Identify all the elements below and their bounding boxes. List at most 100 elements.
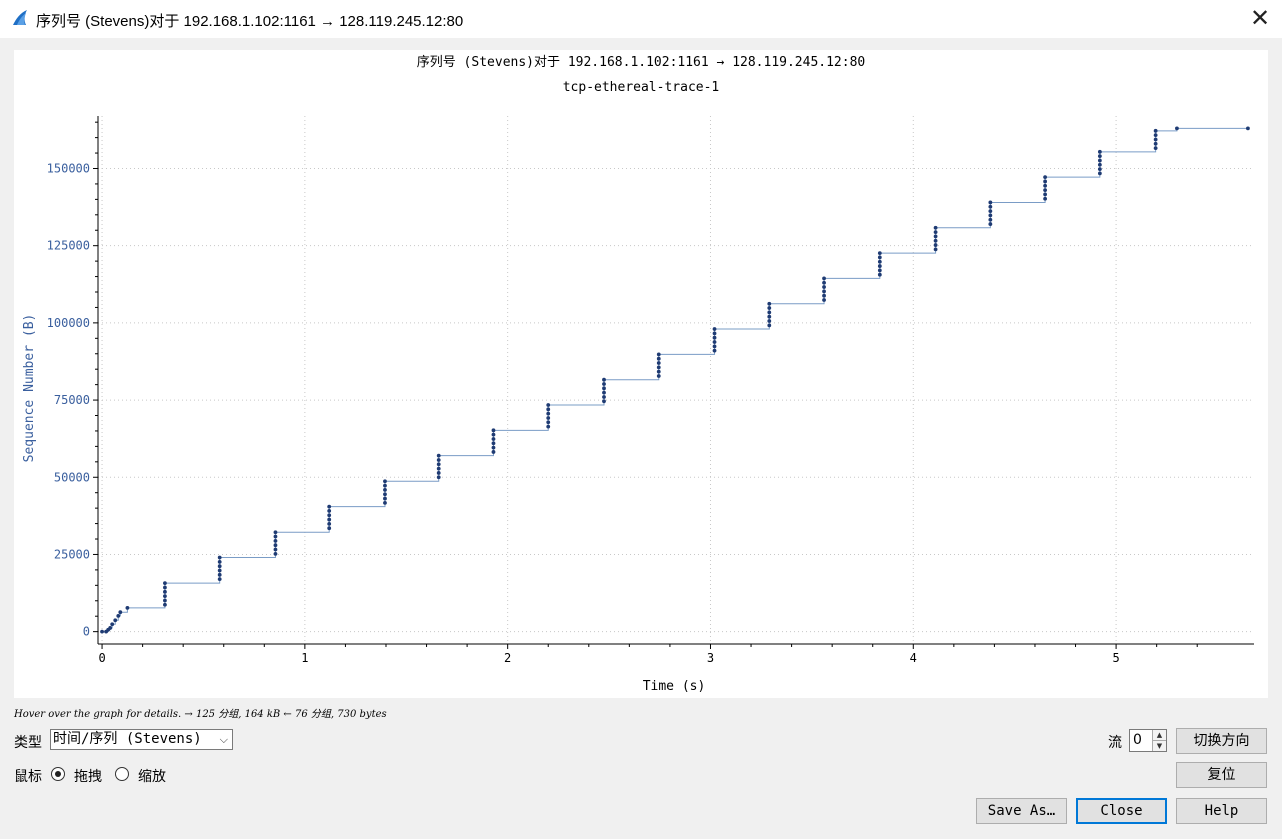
data-point: [327, 521, 332, 526]
data-point: [1153, 137, 1158, 142]
data-point: [546, 424, 551, 429]
data-point: [327, 504, 332, 509]
data-point: [163, 598, 167, 603]
data-point: [436, 466, 441, 471]
data-point: [822, 280, 826, 285]
data-point: [383, 496, 387, 501]
data-point: [988, 200, 993, 205]
data-point: [822, 285, 826, 289]
graph-type-select[interactable]: 时间/序列 (Stevens) ⌵: [50, 729, 233, 750]
data-point: [327, 517, 332, 522]
data-point: [436, 471, 441, 475]
data-point: [327, 513, 332, 518]
drag-radio[interactable]: [51, 767, 65, 781]
data-point: [217, 559, 222, 564]
data-point: [712, 344, 717, 349]
radio-selected-dot: [55, 771, 61, 777]
drag-radio-label[interactable]: 拖拽: [74, 766, 102, 786]
data-point: [110, 622, 115, 627]
data-point: [602, 399, 606, 404]
data-point: [1153, 141, 1158, 146]
status-hint: Hover over the graph for details. → 125 …: [14, 709, 387, 720]
data-point: [1246, 126, 1250, 131]
sequence-chart[interactable]: 序列号 (Stevens)对于 192.168.1.102:1161 → 128…: [14, 50, 1268, 698]
x-tick-label: 4: [910, 651, 917, 665]
data-point: [108, 626, 113, 630]
stream-spinbox[interactable]: 0 ▲ ▼: [1129, 729, 1167, 752]
x-tick-label: 2: [504, 651, 511, 665]
data-point: [546, 403, 551, 407]
data-point: [988, 213, 993, 218]
data-point: [163, 594, 167, 599]
data-point: [491, 432, 496, 437]
data-point: [602, 377, 606, 382]
window-title: 序列号 (Stevens)对于 192.168.1.102:1161 → 128…: [36, 13, 464, 30]
data-point: [163, 602, 167, 607]
reset-button[interactable]: 复位: [1176, 762, 1267, 788]
x-tick-label: 5: [1112, 651, 1119, 665]
y-tick-label: 100000: [47, 316, 90, 330]
data-point: [656, 352, 661, 357]
save-as-button[interactable]: Save As…: [976, 798, 1067, 824]
data-point: [1153, 133, 1158, 138]
data-point: [877, 268, 882, 273]
data-point: [712, 327, 717, 331]
data-point: [217, 564, 222, 569]
zoom-radio[interactable]: [115, 767, 129, 781]
data-point: [877, 255, 882, 260]
data-point: [273, 547, 278, 552]
data-point: [767, 306, 772, 310]
y-tick-label: 0: [83, 625, 90, 639]
data-point: [1043, 192, 1048, 197]
data-point: [163, 581, 167, 586]
data-point: [491, 437, 496, 441]
spin-down-icon[interactable]: ▼: [1152, 741, 1166, 751]
data-point: [767, 314, 772, 319]
data-point: [273, 538, 278, 543]
data-point: [712, 331, 717, 336]
mouse-label: 鼠标: [14, 769, 42, 785]
data-point: [163, 589, 167, 594]
data-point: [163, 585, 167, 590]
data-point: [988, 217, 993, 222]
data-point: [656, 374, 661, 378]
data-point: [1153, 146, 1158, 151]
close-button[interactable]: Close: [1076, 798, 1167, 824]
plot-area[interactable]: 序列号 (Stevens)对于 192.168.1.102:1161 → 128…: [14, 50, 1268, 698]
data-point: [436, 475, 441, 480]
data-point: [100, 629, 104, 634]
data-point: [217, 555, 222, 560]
data-point: [877, 259, 882, 264]
spin-up-icon[interactable]: ▲: [1152, 730, 1166, 741]
switch-direction-button[interactable]: 切换方向: [1176, 728, 1267, 754]
data-point: [1097, 158, 1102, 163]
data-point: [933, 225, 938, 230]
data-point: [217, 568, 222, 573]
data-point: [933, 230, 938, 234]
data-point: [546, 420, 551, 425]
data-point: [822, 298, 826, 302]
data-point: [602, 386, 606, 391]
zoom-radio-label[interactable]: 缩放: [138, 766, 166, 786]
grid-lines: [98, 116, 1254, 644]
y-tick-label: 75000: [54, 393, 90, 407]
data-point: [822, 289, 826, 294]
data-point: [546, 407, 551, 412]
data-point: [602, 395, 606, 399]
data-point: [436, 453, 441, 458]
data-point: [436, 462, 441, 467]
wireshark-fin-icon: [13, 10, 27, 25]
data-point: [383, 492, 387, 497]
data-point: [656, 365, 661, 370]
data-point: [933, 238, 938, 243]
data-point: [656, 361, 661, 365]
window-close-icon[interactable]: ✕: [1244, 4, 1276, 32]
data-point: [988, 222, 993, 226]
data-point: [1097, 167, 1102, 172]
data-point: [877, 264, 882, 268]
data-point: [712, 335, 717, 340]
help-button[interactable]: Help: [1176, 798, 1267, 824]
data-point: [327, 526, 332, 531]
axes: [93, 116, 1254, 649]
data-point: [1043, 179, 1048, 184]
